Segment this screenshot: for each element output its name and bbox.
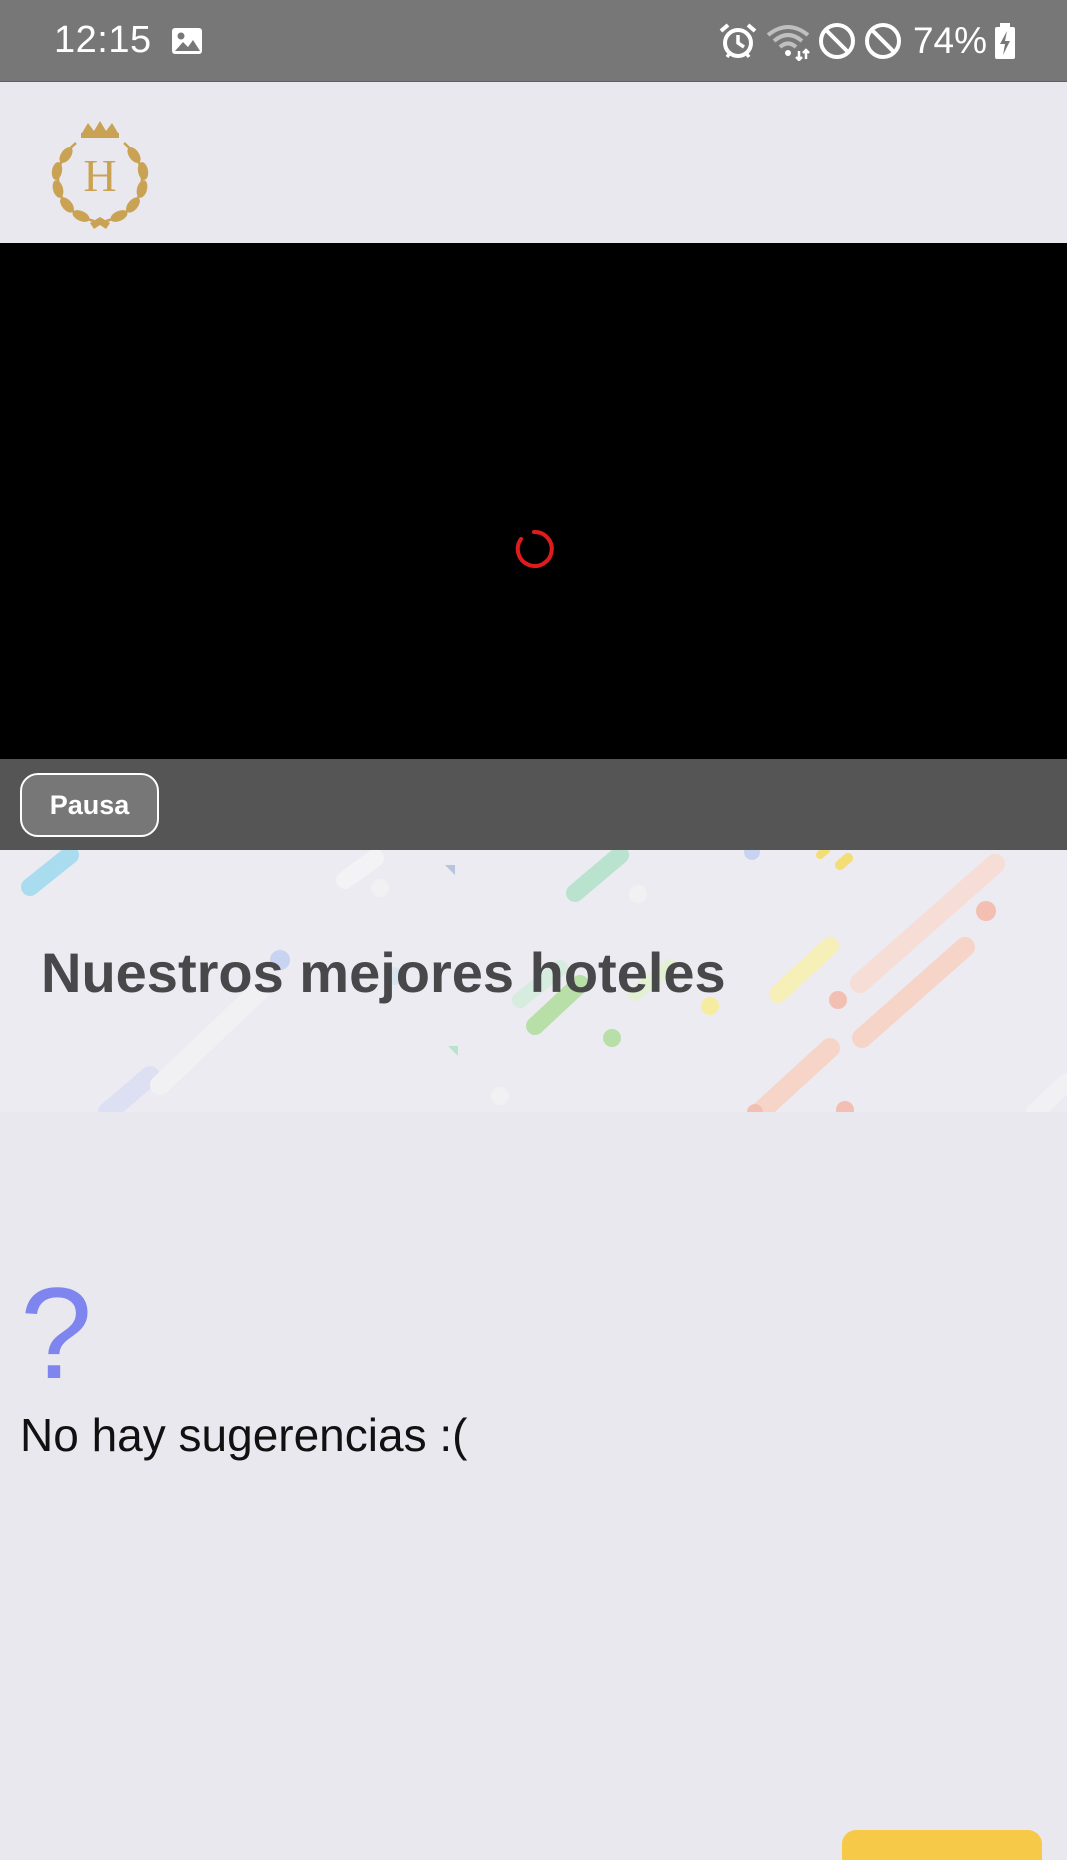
loading-spinner-icon (515, 529, 554, 568)
status-left: 12:15 (54, 19, 204, 62)
app-header: H (0, 83, 1067, 243)
battery-charging-icon (993, 21, 1017, 61)
video-player[interactable] (0, 243, 1067, 759)
image-icon (170, 26, 204, 56)
logo-letter: H (83, 150, 116, 201)
status-right: 74% (717, 20, 1017, 62)
pause-button[interactable]: Pausa (20, 773, 159, 837)
alarm-icon (717, 21, 759, 61)
question-mark-icon: ? (20, 1260, 93, 1406)
wifi-icon (765, 21, 811, 61)
video-controls-bar: Pausa (0, 759, 1067, 850)
status-time: 12:15 (54, 19, 152, 61)
empty-state-message: No hay sugerencias :( (20, 1409, 468, 1461)
hotel-logo[interactable]: H (46, 119, 154, 231)
section-title: Nuestros mejores hoteles (41, 941, 726, 1004)
bottom-action-tab[interactable] (842, 1830, 1042, 1860)
battery-percent: 74% (912, 19, 987, 61)
section-banner: Nuestros mejores hoteles (0, 850, 1067, 1112)
blocked-icon (863, 21, 903, 61)
status-bar: 12:15 74% (0, 0, 1067, 82)
do-not-disturb-icon (817, 21, 857, 61)
